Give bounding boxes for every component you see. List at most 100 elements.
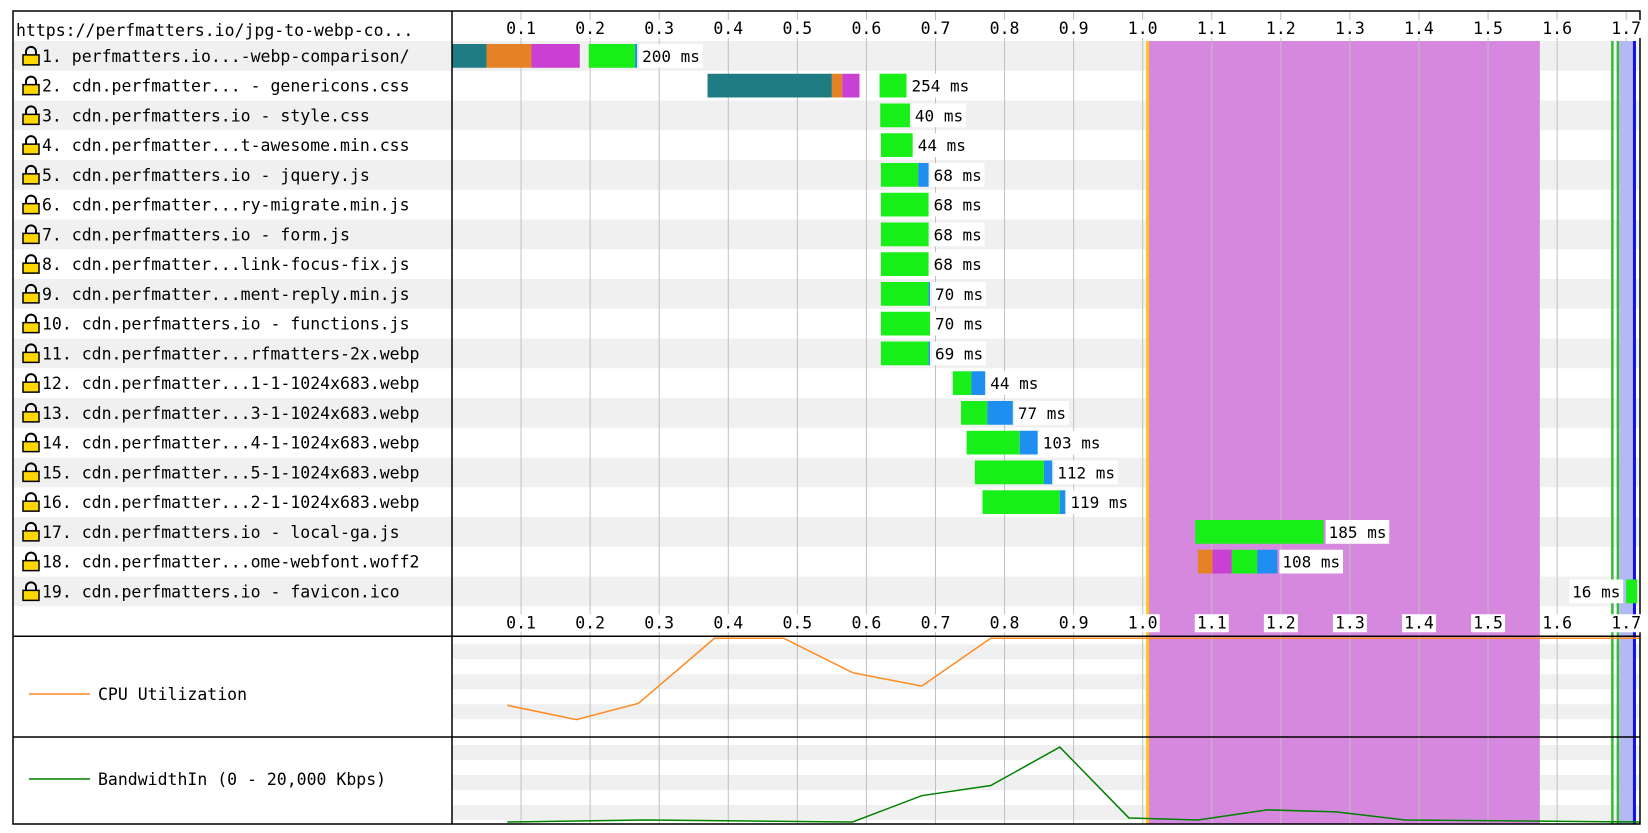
ttfb-segment xyxy=(588,44,636,68)
connect-segment xyxy=(831,73,843,98)
top-tick-label: 0.5 xyxy=(782,19,812,38)
request-label: 6. cdn.perfmatter...ry-migrate.min.js xyxy=(42,196,410,215)
lock-icon xyxy=(22,492,40,512)
bottom-tick-label: 1.5 xyxy=(1473,613,1503,632)
ttfb-segment xyxy=(880,341,929,366)
ttfb-segment xyxy=(982,490,1060,514)
ttfb-segment xyxy=(880,252,929,276)
top-tick-label: 1.4 xyxy=(1404,19,1434,38)
request-label: 15. cdn.perfmatter...5-1-1024x683.webp xyxy=(42,463,420,482)
request-time-label: 70 ms xyxy=(935,315,983,334)
request-label: 2. cdn.perfmatter... - genericons.css xyxy=(42,77,410,96)
bottom-tick-label: 1.3 xyxy=(1335,613,1365,632)
bottom-tick-label: 1.7 xyxy=(1611,613,1641,632)
ttfb-segment xyxy=(952,371,972,395)
request-time-label: 112 ms xyxy=(1057,463,1115,482)
download-segment xyxy=(1043,460,1053,485)
bottom-tick-label: 0.7 xyxy=(921,613,951,632)
request-label: 4. cdn.perfmatter...t-awesome.min.css xyxy=(42,136,410,155)
bottom-tick-label: 1.4 xyxy=(1404,613,1434,632)
request-label: 10. cdn.perfmatters.io - functions.js xyxy=(42,315,410,334)
long-task-block xyxy=(1148,41,1540,824)
request-time-label: 103 ms xyxy=(1043,434,1101,453)
top-tick-label: 1.0 xyxy=(1128,19,1158,38)
request-time-label: 185 ms xyxy=(1329,523,1387,542)
top-tick-label: 1.3 xyxy=(1335,19,1365,38)
request-label: 13. cdn.perfmatter...3-1-1024x683.webp xyxy=(42,404,420,423)
request-label: 12. cdn.perfmatter...1-1-1024x683.webp xyxy=(42,374,420,393)
request-label: 11. cdn.perfmatter...rfmatters-2x.webp xyxy=(42,344,420,363)
request-label: 16. cdn.perfmatter...2-1-1024x683.webp xyxy=(42,493,420,512)
request-time-label: 44 ms xyxy=(990,374,1038,393)
ttfb-segment xyxy=(880,103,910,128)
top-tick-label: 0.3 xyxy=(644,19,674,38)
request-time-label: 44 ms xyxy=(918,136,966,155)
download-segment xyxy=(635,44,638,68)
ttfb-segment xyxy=(880,282,929,306)
dom-content-loaded-band xyxy=(1619,41,1634,824)
top-tick-label: 1.1 xyxy=(1197,19,1227,38)
dns-segment xyxy=(452,44,487,68)
ttfb-segment xyxy=(974,460,1044,485)
top-tick-label: 0.4 xyxy=(713,19,743,38)
top-tick-label: 1.6 xyxy=(1542,19,1572,38)
bottom-tick-label: 0.6 xyxy=(852,613,882,632)
request-label: 8. cdn.perfmatter...link-focus-fix.js xyxy=(42,255,410,274)
bottom-tick-label: 0.2 xyxy=(575,613,605,632)
bandwidth-legend-label: BandwidthIn (0 - 20,000 Kbps) xyxy=(98,770,386,789)
request-time-label: 40 ms xyxy=(915,106,963,125)
request-time-label: 119 ms xyxy=(1070,493,1128,512)
top-tick-label: 1.2 xyxy=(1266,19,1296,38)
request-time-label: 77 ms xyxy=(1018,404,1066,423)
lock-icon xyxy=(22,551,40,572)
ttfb-segment xyxy=(966,430,1020,455)
request-label: 17. cdn.perfmatters.io - local-ga.js xyxy=(42,523,400,542)
bottom-tick-label: 1.6 xyxy=(1542,613,1572,632)
bottom-tick-label: 0.8 xyxy=(990,613,1020,632)
lock-icon xyxy=(22,75,40,96)
connect-segment xyxy=(1197,549,1213,574)
bottom-tick-label: 0.3 xyxy=(644,613,674,632)
ttfb-segment xyxy=(961,401,988,425)
waterfall-chart: 200 ms 254 ms 40 ms 44 ms 68 ms 68 ms 68 ms 68 … xyxy=(12,10,1644,825)
request-time-label: 108 ms xyxy=(1282,553,1340,572)
dns-segment xyxy=(707,73,832,98)
ttfb-segment xyxy=(880,222,929,247)
download-segment xyxy=(918,163,929,187)
request-label: 9. cdn.perfmatter...ment-reply.min.js xyxy=(42,285,410,304)
top-tick-label: 0.6 xyxy=(852,19,882,38)
lock-icon xyxy=(22,373,40,393)
ttfb-segment xyxy=(879,73,907,98)
page-url: https://perfmatters.io/jpg-to-webp-co... xyxy=(16,21,413,40)
request-label: 7. cdn.perfmatters.io - form.js xyxy=(42,225,350,244)
top-tick-label: 0.7 xyxy=(921,19,951,38)
ttfb-segment xyxy=(880,192,929,217)
bottom-tick-label: 0.4 xyxy=(713,613,743,632)
lock-icon xyxy=(22,313,40,334)
lock-icon xyxy=(22,194,40,215)
ttfb-segment xyxy=(880,311,930,336)
connect-segment xyxy=(486,44,532,68)
request-time-label: 70 ms xyxy=(935,285,983,304)
request-label: 1. perfmatters.io...-webp-comparison/ xyxy=(42,47,410,66)
download-segment xyxy=(1059,490,1066,514)
request-time-label: 200 ms xyxy=(642,47,700,66)
request-label: 3. cdn.perfmatters.io - style.css xyxy=(42,106,370,125)
download-segment xyxy=(971,371,986,395)
download-segment xyxy=(928,282,930,306)
lock-icon xyxy=(22,254,40,274)
request-label: 18. cdn.perfmatter...ome-webfont.woff2 xyxy=(42,553,420,572)
request-time-label: 68 ms xyxy=(934,196,982,215)
long-task-region xyxy=(1148,41,1540,824)
top-tick-label: 0.9 xyxy=(1059,19,1089,38)
cpu-legend-label: CPU Utilization xyxy=(98,685,247,704)
ttfb-segment xyxy=(1626,579,1638,604)
request-label: 5. cdn.perfmatters.io - jquery.js xyxy=(42,166,370,185)
ttfb-segment xyxy=(1195,520,1324,544)
download-segment xyxy=(928,341,930,366)
request-time-label: 68 ms xyxy=(934,225,982,244)
lock-icon xyxy=(22,432,40,453)
ttfb-segment xyxy=(1231,549,1258,574)
lock-icon xyxy=(22,135,40,155)
download-segment xyxy=(987,401,1013,425)
